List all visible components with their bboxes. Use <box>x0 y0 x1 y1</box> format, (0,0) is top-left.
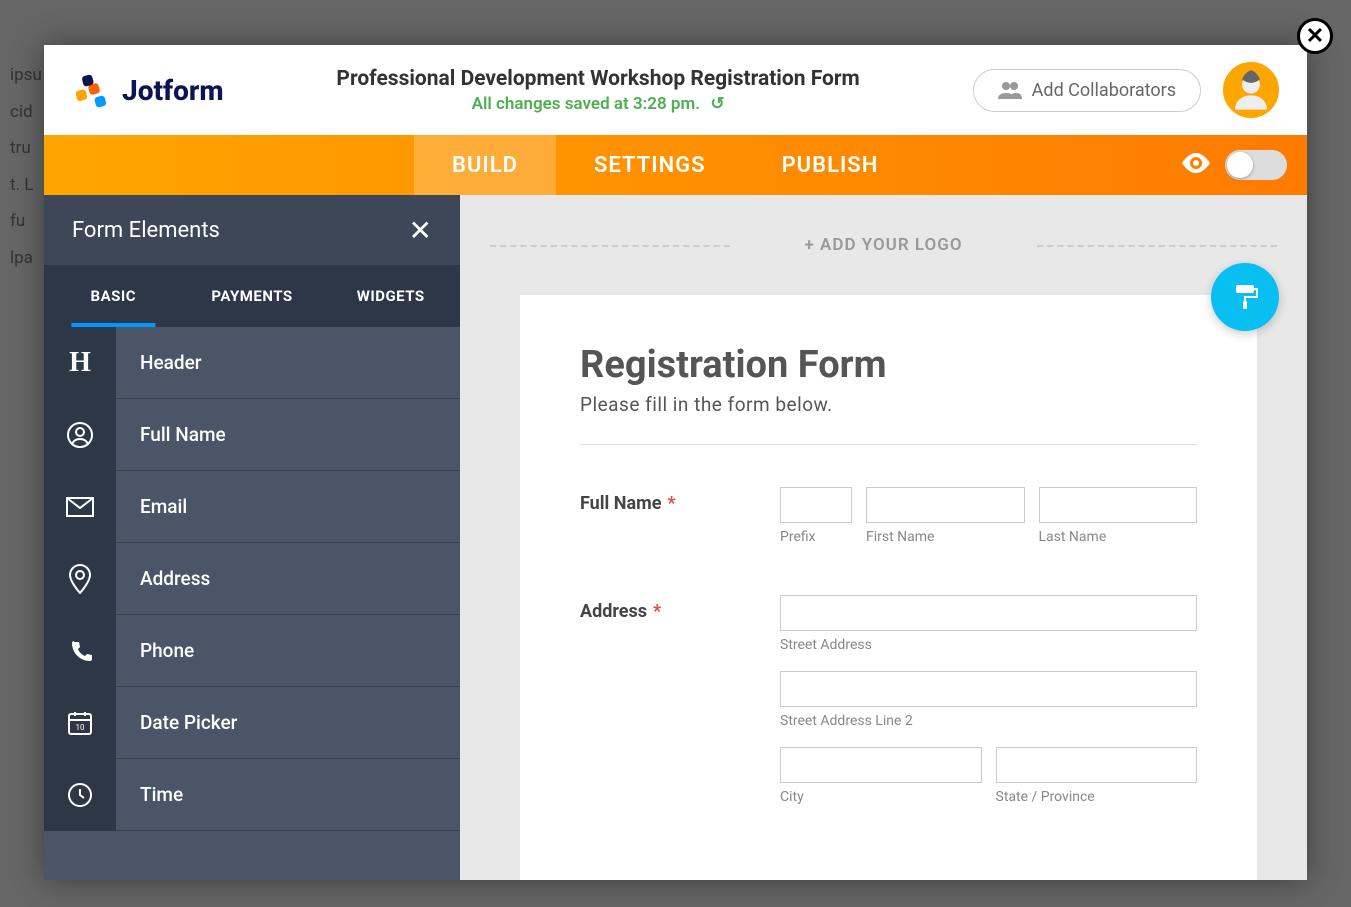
lastname-input[interactable] <box>1039 487 1198 523</box>
undo-icon[interactable]: ↺ <box>710 94 724 114</box>
element-time[interactable]: Time <box>44 759 460 831</box>
logo-text: Jotform <box>122 74 224 107</box>
close-modal-button[interactable]: ✕ <box>1297 18 1333 54</box>
sidebar-tab-basic[interactable]: BASIC <box>44 265 183 327</box>
street2-input[interactable] <box>780 671 1197 707</box>
theme-roller-button[interactable] <box>1211 263 1279 331</box>
address-field[interactable]: Address* Street Address Street Address L… <box>580 595 1197 805</box>
firstname-input[interactable] <box>866 487 1025 523</box>
tab-build[interactable]: BUILD <box>414 135 556 195</box>
element-email[interactable]: Email <box>44 471 460 543</box>
user-avatar[interactable] <box>1223 62 1279 118</box>
element-datepicker[interactable]: 10 Date Picker <box>44 687 460 759</box>
form-title[interactable]: Professional Development Workshop Regist… <box>224 66 973 92</box>
preview-toggle[interactable] <box>1225 150 1287 180</box>
save-status: All changes saved at 3:28 pm. ↺ <box>224 94 973 114</box>
pin-icon <box>44 543 116 615</box>
divider <box>580 444 1197 445</box>
collaborators-icon <box>998 81 1022 99</box>
tab-publish[interactable]: PUBLISH <box>744 135 917 195</box>
state-sublabel: State / Province <box>996 789 1198 805</box>
form-heading[interactable]: Registration Form <box>580 343 1197 387</box>
element-phone[interactable]: Phone <box>44 615 460 687</box>
logo-icon <box>72 69 114 111</box>
element-address[interactable]: Address <box>44 543 460 615</box>
preview-icon[interactable] <box>1181 151 1211 179</box>
topbar: Jotform Professional Development Worksho… <box>44 45 1307 135</box>
sidebar-tab-widgets[interactable]: WIDGETS <box>321 265 460 327</box>
jotform-logo[interactable]: Jotform <box>72 69 224 111</box>
city-sublabel: City <box>780 789 982 805</box>
sidebar-tab-payments[interactable]: PAYMENTS <box>183 265 322 327</box>
form-canvas: + ADD YOUR LOGO Registration Form Please… <box>460 195 1307 880</box>
fullname-field[interactable]: Full Name* Prefix First Name <box>580 487 1197 545</box>
add-collaborators-button[interactable]: Add Collaborators <box>973 69 1201 112</box>
close-sidebar-button[interactable]: ✕ <box>409 214 432 247</box>
elements-list: H Header Full Name Email Address P <box>44 327 460 880</box>
element-header[interactable]: H Header <box>44 327 460 399</box>
street2-sublabel: Street Address Line 2 <box>780 713 1197 729</box>
form-subheading[interactable]: Please fill in the form below. <box>580 393 1197 416</box>
element-fullname[interactable]: Full Name <box>44 399 460 471</box>
street1-input[interactable] <box>780 595 1197 631</box>
svg-text:10: 10 <box>76 723 85 732</box>
state-input[interactable] <box>996 747 1198 783</box>
header-icon: H <box>44 327 116 399</box>
prefix-input[interactable] <box>780 487 852 523</box>
sidebar: Form Elements ✕ BASIC PAYMENTS WIDGETS H… <box>44 195 460 880</box>
form-info: Professional Development Workshop Regist… <box>224 66 973 114</box>
firstname-sublabel: First Name <box>866 529 1025 545</box>
street1-sublabel: Street Address <box>780 637 1197 653</box>
fullname-label: Full Name* <box>580 487 780 545</box>
paint-roller-icon <box>1230 282 1260 312</box>
sidebar-title: Form Elements <box>72 218 220 243</box>
form-preview: Registration Form Please fill in the for… <box>520 295 1257 880</box>
main-navbar: BUILD SETTINGS PUBLISH <box>44 135 1307 195</box>
clock-icon <box>44 759 116 831</box>
add-logo-placeholder[interactable]: + ADD YOUR LOGO <box>460 235 1307 255</box>
city-input[interactable] <box>780 747 982 783</box>
person-icon <box>44 399 116 471</box>
address-label: Address* <box>580 595 780 805</box>
phone-icon <box>44 615 116 687</box>
calendar-icon: 10 <box>44 687 116 759</box>
form-builder-modal: Jotform Professional Development Worksho… <box>44 45 1307 880</box>
mail-icon <box>44 471 116 543</box>
tab-settings[interactable]: SETTINGS <box>556 135 744 195</box>
lastname-sublabel: Last Name <box>1039 529 1198 545</box>
prefix-sublabel: Prefix <box>780 529 852 545</box>
